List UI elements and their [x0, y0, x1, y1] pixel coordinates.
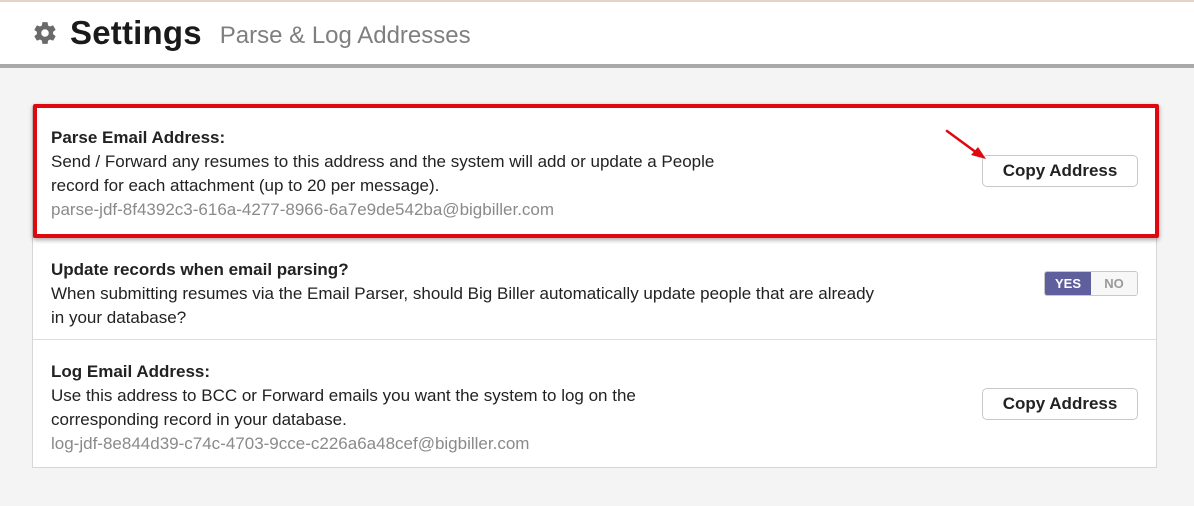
- parse-email-address: parse-jdf-8f4392c3-616a-4277-8966-6a7e9d…: [51, 200, 555, 219]
- gear-icon: [32, 20, 58, 46]
- page-header: Settings Parse & Log Addresses: [0, 2, 1194, 68]
- log-email-row: Log Email Address: Use this address to B…: [33, 339, 1156, 469]
- log-email-address: log-jdf-8e844d39-c74c-4703-9cce-c226a6a4…: [51, 434, 530, 453]
- log-email-label: Log Email Address:: [51, 362, 211, 381]
- toggle-no-option[interactable]: NO: [1091, 272, 1137, 295]
- parse-email-description: Send / Forward any resumes to this addre…: [51, 152, 715, 195]
- parse-email-text: Parse Email Address: Send / Forward any …: [51, 126, 731, 222]
- toggle-yes-option[interactable]: YES: [1045, 272, 1091, 295]
- arrow-annotation-icon: [945, 129, 986, 159]
- update-records-row: Update records when email parsing? When …: [33, 237, 1156, 339]
- log-email-text: Log Email Address: Use this address to B…: [51, 360, 731, 456]
- page-subtitle: Parse & Log Addresses: [219, 22, 471, 49]
- copy-log-address-button[interactable]: Copy Address: [982, 388, 1138, 420]
- update-records-label: Update records when email parsing?: [51, 260, 349, 279]
- update-records-toggle[interactable]: YES NO: [1044, 271, 1138, 296]
- parse-email-row: Parse Email Address: Send / Forward any …: [33, 107, 1156, 237]
- copy-parse-address-button[interactable]: Copy Address: [982, 155, 1138, 187]
- parse-email-label: Parse Email Address:: [51, 128, 226, 147]
- log-email-description: Use this address to BCC or Forward email…: [51, 386, 636, 429]
- page-title: Settings: [70, 14, 202, 51]
- update-records-text: Update records when email parsing? When …: [51, 258, 881, 330]
- update-records-description: When submitting resumes via the Email Pa…: [51, 284, 875, 327]
